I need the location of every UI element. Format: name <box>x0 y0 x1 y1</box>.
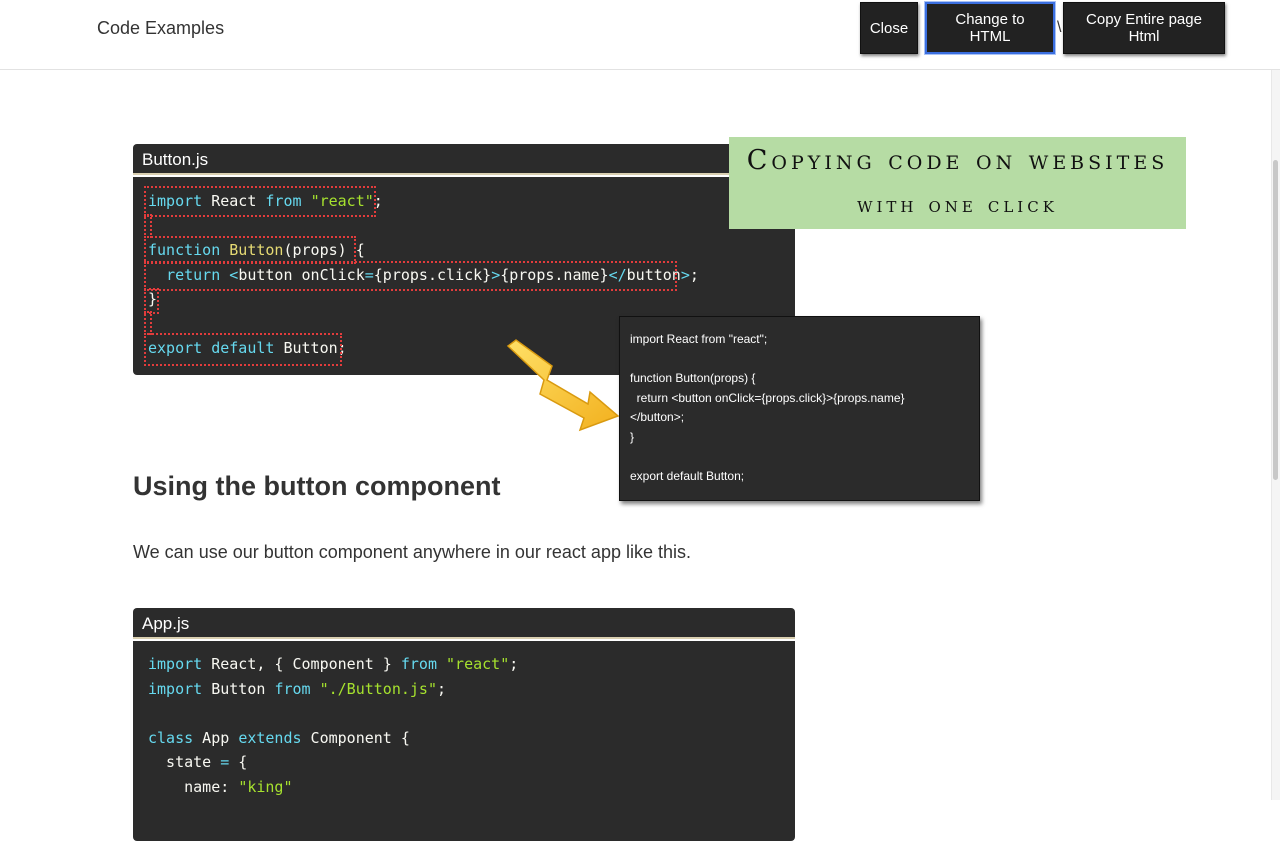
code-token: { <box>229 753 248 771</box>
code-token: from <box>265 192 302 210</box>
code-token: "king" <box>238 777 293 796</box>
separator: \ <box>1057 19 1062 36</box>
code-line: class App extends Component { <box>148 727 410 749</box>
code-token: ; <box>509 655 519 673</box>
code-token: </ <box>608 265 627 284</box>
code-token: return <box>166 265 221 284</box>
code-token: button onClick <box>238 265 365 284</box>
code-line: import Button from "./Button.js"; <box>148 678 446 700</box>
code-line: export default Button; <box>148 337 347 359</box>
section-paragraph: We can use our button component anywhere… <box>133 542 691 562</box>
code-block-filename: App.js <box>133 608 795 639</box>
code-token: state <box>148 753 221 771</box>
code-token: default <box>211 339 275 357</box>
popup-code-line: return <button onClick={props.click}>{pr… <box>630 390 905 405</box>
change-to-html-button[interactable]: Change to HTML <box>925 2 1055 54</box>
code-line: return <button onClick={props.click}>{pr… <box>148 264 699 286</box>
code-token: React <box>202 192 266 210</box>
scrollbar[interactable] <box>1271 70 1280 800</box>
code-token: from <box>400 655 437 673</box>
code-line: name: "king" <box>148 776 293 798</box>
popup-code-line: function Button(props) { <box>630 371 756 385</box>
code-token: from <box>274 679 311 698</box>
code-token: class <box>148 728 194 747</box>
code-token: "./Button.js" <box>319 679 437 698</box>
code-block-body[interactable]: import React, { Component } from "react"… <box>133 641 795 841</box>
popup-code-line: } <box>630 429 635 444</box>
code-token: function <box>148 241 221 259</box>
promo-banner: Copying code on websites with one click <box>729 137 1186 229</box>
code-token: Button; <box>274 339 347 357</box>
code-token: ; <box>373 192 383 210</box>
code-token: button <box>626 265 681 284</box>
code-token: Button <box>229 241 284 259</box>
code-line: import React, { Component } from "react"… <box>148 653 518 675</box>
popup-code-line: export default Button; <box>630 468 745 483</box>
code-token: (props) { <box>283 241 365 259</box>
code-token: = <box>364 265 374 284</box>
banner-line-1: Copying code on websites <box>746 145 1169 176</box>
code-token: } <box>148 290 158 308</box>
code-token: React, { Component } <box>202 655 401 673</box>
copy-entire-page-html-button[interactable]: Copy Entire page Html <box>1063 2 1225 54</box>
section-heading: Using the button component <box>133 471 501 501</box>
close-button[interactable]: Close <box>860 2 918 54</box>
copied-code-popup: import React from "react"; function Butto… <box>619 316 980 501</box>
code-token: = <box>220 753 230 771</box>
page-title: Code Examples <box>97 18 225 38</box>
popup-code-line: </button>; <box>630 410 685 424</box>
code-token: ; <box>437 679 447 698</box>
code-token: export <box>148 339 203 357</box>
popup-code-line: import React from "react"; <box>630 332 768 346</box>
code-token: < <box>229 265 239 284</box>
code-token: import <box>148 655 203 673</box>
code-token: "react" <box>310 192 374 210</box>
code-token: > <box>680 265 690 284</box>
code-block-filename: Button.js <box>133 144 795 175</box>
code-token: ; <box>689 265 699 284</box>
code-token: App <box>193 728 239 747</box>
code-token: Button <box>202 679 275 698</box>
code-token: "react" <box>446 655 510 673</box>
code-line: } <box>148 288 157 310</box>
code-token: Component { <box>301 728 410 747</box>
code-token: import <box>148 679 203 698</box>
code-token: name: <box>148 777 239 796</box>
code-token: {props.click} <box>373 265 492 284</box>
scrollbar-thumb[interactable] <box>1273 160 1278 480</box>
code-line: state = { <box>148 751 247 773</box>
top-bar: Code Examples Close Change to HTML \ Cop… <box>0 0 1280 70</box>
code-token: extends <box>238 728 302 747</box>
code-token: > <box>491 265 501 284</box>
banner-line-2: with one click <box>857 193 1058 218</box>
code-token: import <box>148 192 203 210</box>
code-block-app-js: App.js import React, { Component } from … <box>133 608 795 841</box>
code-line: import React from "react"; <box>148 190 383 212</box>
code-line: function Button(props) { <box>148 239 365 261</box>
arrow-icon <box>506 339 620 432</box>
code-token: {props.name} <box>500 265 609 284</box>
